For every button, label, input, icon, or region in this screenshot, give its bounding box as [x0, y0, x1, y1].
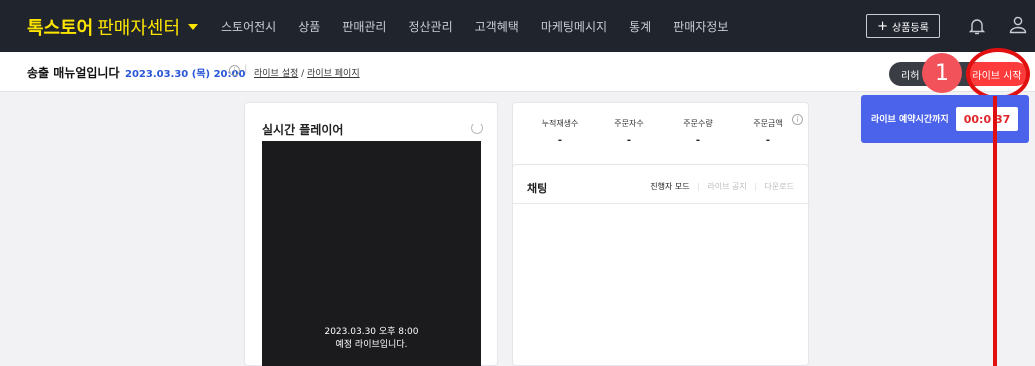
stat-value: - [626, 135, 632, 146]
player-schedule-note: 예정 라이브입니다. [335, 340, 408, 350]
brand-logo[interactable]: 톡스토어 판매자센터 [27, 14, 199, 40]
nav-item-settlement[interactable]: 정산관리 [408, 18, 452, 35]
nav-item-marketing[interactable]: 마케팅메시지 [541, 18, 607, 35]
plus-icon: + [877, 18, 889, 34]
stat-value: - [695, 135, 701, 146]
add-product-label: 상품등록 [892, 22, 929, 34]
annotation-line [993, 96, 997, 366]
top-nav: 톡스토어 판매자센터 스토어전시 상품 판매관리 정산관리 고객혜택 마케팅메시… [0, 0, 1035, 52]
refresh-icon[interactable] [471, 122, 483, 134]
live-links: 라이브 설정 / 라이브 페이지 [254, 66, 360, 79]
nav-item-seller-info[interactable]: 판매자정보 [673, 18, 728, 35]
tab-divider: | [697, 182, 700, 191]
step-badge: 1 [922, 53, 962, 93]
stat-total-views: 누적재생수 - [525, 118, 595, 146]
add-product-button[interactable]: + 상품등록 [866, 14, 940, 38]
countdown-label: 라이브 예약시간까지 [871, 115, 949, 125]
live-settings-link[interactable]: 라이브 설정 [254, 69, 298, 79]
nav-item-stats[interactable]: 통계 [629, 18, 651, 35]
chat-divider [513, 203, 810, 204]
player-schedule-time: 2023.03.30 오후 8:00 [324, 327, 419, 337]
nav-item-products[interactable]: 상품 [298, 18, 320, 35]
stat-buyers: 주문자수 - [594, 118, 664, 146]
stat-label: 주문수량 [683, 119, 713, 128]
nav-item-sales[interactable]: 판매관리 [342, 18, 386, 35]
nav-item-store-display[interactable]: 스토어전시 [221, 18, 276, 35]
realtime-player-card: 실시간 플레이어 2023.03.30 오후 8:00 예정 라이브입니다. [244, 102, 498, 366]
chat-tabs: 진행자 모드 | 라이브 공지 | 다운로드 [645, 181, 794, 192]
info-icon[interactable]: i [229, 65, 240, 76]
user-icon[interactable] [1007, 14, 1029, 36]
video-player[interactable]: 2023.03.30 오후 8:00 예정 라이브입니다. [262, 141, 481, 366]
stat-label: 누적재생수 [541, 119, 579, 128]
live-page-link[interactable]: 라이브 페이지 [307, 69, 360, 79]
main-menu: 스토어전시 상품 판매관리 정산관리 고객혜택 마케팅메시지 통계 판매자정보 [221, 18, 750, 35]
divider: | [244, 64, 248, 75]
broadcast-datetime: 2023.03.30 (목) 20:00 [125, 69, 246, 80]
stat-quantity: 주문수량 - [663, 118, 733, 146]
chat-title: 채팅 [527, 182, 548, 195]
countdown-timer: 00:0 37 [956, 107, 1018, 131]
stat-label: 주문자수 [614, 119, 644, 128]
chat-card: 채팅 진행자 모드 | 라이브 공지 | 다운로드 [512, 164, 810, 366]
broadcast-title: 송출 매뉴얼입니다 [27, 66, 120, 80]
player-title: 실시간 플레이어 [262, 123, 344, 137]
stat-value: - [765, 135, 771, 146]
tab-live-notice[interactable]: 라이브 공지 [707, 182, 746, 191]
highlight-circle [966, 48, 1030, 100]
brand-sub: 판매자센터 [97, 18, 181, 39]
nav-item-benefits[interactable]: 고객혜택 [475, 18, 519, 35]
tab-host-mode[interactable]: 진행자 모드 [650, 182, 689, 191]
tab-download[interactable]: 다운로드 [765, 182, 794, 191]
live-subheader: 송출 매뉴얼입니다 2023.03.30 (목) 20:00 i | 라이브 설… [0, 52, 1035, 92]
tab-divider: | [754, 182, 757, 191]
link-separator: / [301, 69, 305, 79]
reservation-countdown: 라이브 예약시간까지 00:0 37 [861, 95, 1029, 143]
stat-value: - [557, 135, 563, 146]
info-icon[interactable]: i [792, 114, 803, 125]
bell-icon[interactable] [966, 15, 988, 37]
brand-main: 톡스토어 [27, 18, 94, 39]
chevron-down-icon[interactable] [188, 24, 199, 30]
